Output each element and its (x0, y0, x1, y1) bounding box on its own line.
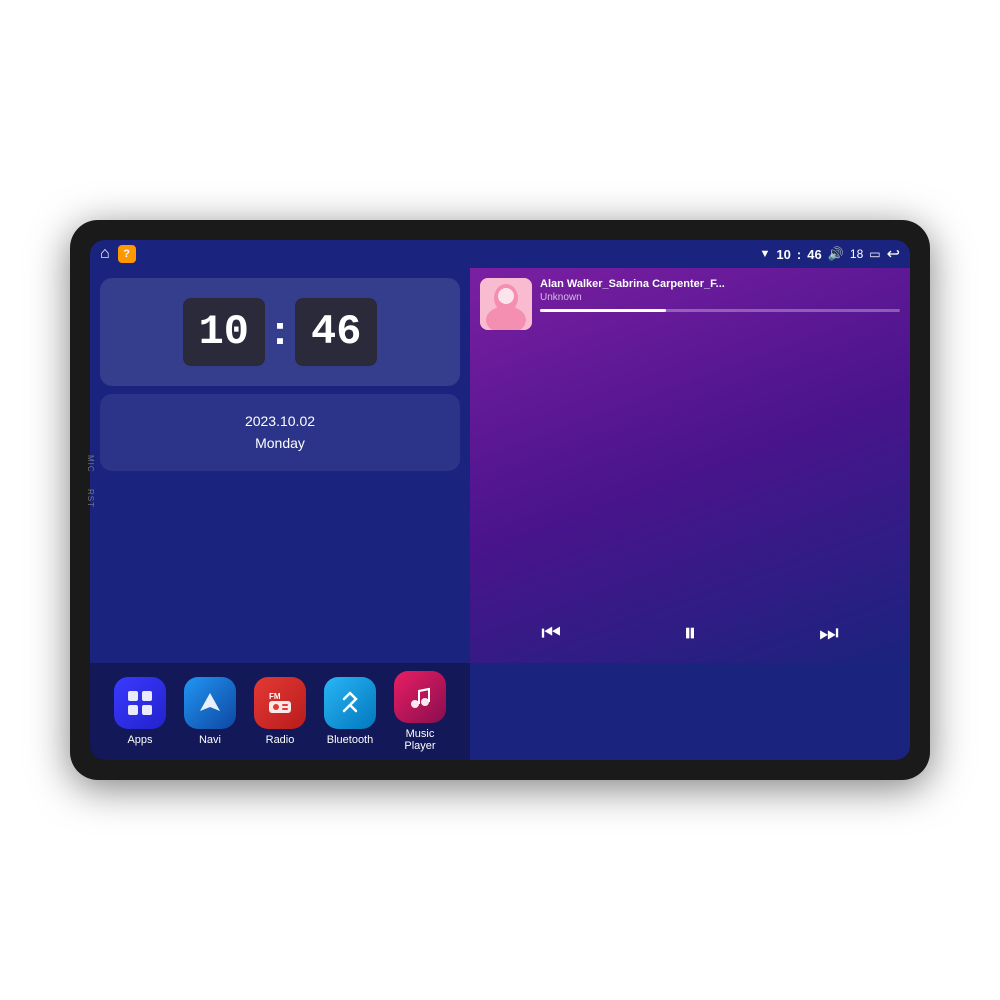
day-display: Monday (255, 432, 305, 454)
apps-shortcut[interactable]: Apps (110, 677, 170, 746)
music-top: Alan Walker_Sabrina Carpenter_F... Unkno… (480, 278, 900, 330)
svg-text:FM: FM (269, 692, 281, 701)
rst-label: RST (86, 489, 95, 508)
bluetooth-shortcut[interactable]: Bluetooth (320, 677, 380, 746)
music-label: Music Player (390, 728, 450, 752)
main-content: 10 : 46 2023.10.02 Monday (90, 268, 910, 760)
radio-shortcut[interactable]: FM Radio (250, 677, 310, 746)
clock-widget: 10 : 46 (100, 278, 460, 386)
app-shortcuts-bar: Apps Navi FM (90, 663, 470, 760)
navi-label: Navi (199, 734, 221, 746)
music-info: Alan Walker_Sabrina Carpenter_F... Unkno… (540, 278, 900, 312)
wifi-signal-icon: ▼ (760, 248, 771, 260)
time-colon: : (797, 247, 801, 262)
music-player-panel: Alan Walker_Sabrina Carpenter_F... Unkno… (470, 268, 910, 663)
back-button[interactable]: ↩ (887, 244, 900, 264)
radio-icon-circle: FM (254, 677, 306, 729)
navi-shortcut[interactable]: Navi (180, 677, 240, 746)
volume-icon: 🔊 (828, 246, 844, 262)
music-shortcut[interactable]: Music Player (390, 671, 450, 752)
music-icon-circle (394, 671, 446, 723)
bluetooth-icon-circle (324, 677, 376, 729)
album-art-image (480, 278, 532, 330)
status-minutes: 46 (807, 247, 821, 262)
apps-icon-circle (114, 677, 166, 729)
navi-icon-circle (184, 677, 236, 729)
clock-minutes: 46 (295, 298, 377, 366)
radio-label: Radio (266, 734, 295, 746)
status-time: 10 (776, 247, 790, 262)
battery-level: 18 (850, 247, 863, 261)
status-left-icons: ⌂ ? (100, 245, 136, 263)
question-button[interactable]: ? (118, 245, 136, 263)
music-title: Alan Walker_Sabrina Carpenter_F... (540, 278, 900, 290)
date-widget: 2023.10.02 Monday (100, 394, 460, 471)
music-progress-fill (540, 309, 666, 312)
play-pause-button[interactable]: ⏸ (673, 613, 706, 653)
next-track-button[interactable]: ⏭ (809, 616, 849, 650)
left-panel: 10 : 46 2023.10.02 Monday (90, 268, 470, 663)
home-icon[interactable]: ⌂ (100, 245, 110, 263)
apps-label: Apps (127, 734, 152, 746)
question-label: ? (123, 248, 130, 260)
mic-label: MIC (86, 455, 95, 473)
album-art (480, 278, 532, 330)
music-artist: Unknown (540, 292, 900, 303)
status-right-icons: ▼ 10 : 46 🔊 18 ▭ ↩ (760, 244, 900, 264)
prev-track-button[interactable]: ⏮ (531, 616, 571, 650)
music-controls: ⏮ ⏸ ⏭ (480, 605, 900, 653)
clock-colon: : (265, 306, 295, 354)
battery-icon: ▭ (869, 247, 880, 261)
car-head-unit: MIC RST ⌂ ? ▼ 10 : 46 🔊 18 ▭ ↩ (70, 220, 930, 780)
screen: ⌂ ? ▼ 10 : 46 🔊 18 ▭ ↩ 10 (90, 240, 910, 760)
date-display: 2023.10.02 (245, 410, 315, 432)
bluetooth-label: Bluetooth (327, 734, 373, 746)
clock-hours: 10 (183, 298, 265, 366)
status-bar: ⌂ ? ▼ 10 : 46 🔊 18 ▭ ↩ (90, 240, 910, 268)
music-progress-bar[interactable] (540, 309, 900, 312)
